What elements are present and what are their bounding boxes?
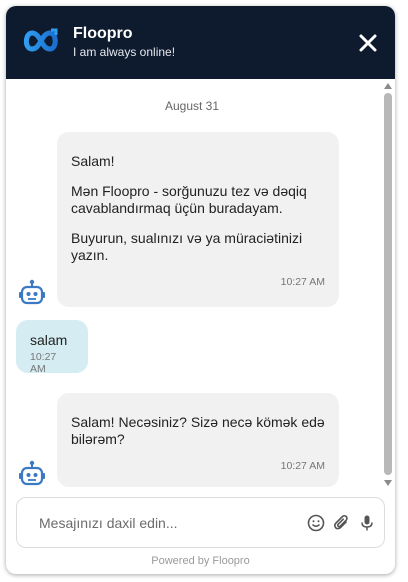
- powered-by: Powered by Floopro: [151, 555, 250, 567]
- message-text: Salam! Necəsiniz? Sizə necə kömək edə bi…: [71, 414, 325, 447]
- close-icon[interactable]: [356, 31, 380, 55]
- attachment-icon[interactable]: [333, 514, 351, 532]
- message-time: 10:27 AM: [30, 351, 57, 375]
- date-separator: August 31: [164, 99, 220, 113]
- message-time: 10:27 AM: [280, 460, 325, 472]
- message-text: Buyurun, sualınızı və ya müraciətinizi y…: [71, 230, 303, 263]
- scroll-down-arrow-icon[interactable]: [383, 479, 393, 487]
- chat-widget: Floopro I am always online! August 31 Sa…: [6, 6, 395, 574]
- message-input[interactable]: [27, 507, 297, 539]
- chat-header: Floopro I am always online!: [6, 6, 395, 79]
- message-composer: [16, 497, 385, 548]
- infinity-logo-icon: [23, 28, 58, 52]
- bot-message: Salam! Necəsiniz? Sizə necə kömək edə bi…: [57, 393, 339, 487]
- message-list[interactable]: August 31 Salam! Mən Floopro - sorğunuzu…: [6, 79, 395, 491]
- brand-status: I am always online!: [73, 45, 176, 59]
- scroll-thumb[interactable]: [384, 93, 392, 475]
- message-time: 10:27 AM: [280, 276, 325, 288]
- user-message: salam 10:27 AM: [16, 320, 88, 375]
- bot-avatar-icon: [19, 279, 45, 305]
- microphone-icon[interactable]: [358, 514, 376, 532]
- emoji-icon[interactable]: [307, 514, 325, 532]
- message-scrollbar[interactable]: [381, 79, 395, 491]
- message-text: salam: [30, 332, 68, 348]
- message-text: Mən Floopro - sorğunuzu tez və dəqiq cav…: [71, 183, 307, 216]
- scroll-up-arrow-icon[interactable]: [383, 82, 393, 90]
- message-text: Salam!: [71, 153, 115, 169]
- brand-title: Floopro: [73, 25, 133, 42]
- bot-avatar-icon: [19, 460, 45, 486]
- bot-message: Salam! Mən Floopro - sorğunuzu tez və də…: [57, 132, 339, 307]
